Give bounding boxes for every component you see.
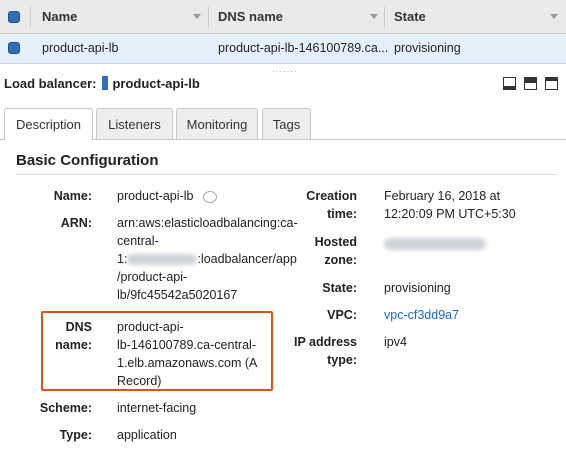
hosted-label-line: zone:	[324, 253, 357, 267]
column-header-name[interactable]: Name	[42, 0, 77, 34]
name-label: Name:	[53, 189, 92, 203]
hosted-label-line: Hosted	[314, 235, 357, 249]
table-header: Name DNS name State	[0, 0, 566, 34]
column-divider	[30, 7, 31, 27]
creation-time-value: February 16, 2018 at 12:20:09 PM UTC+5:3…	[384, 187, 516, 223]
tab-monitoring[interactable]: Monitoring	[176, 108, 258, 139]
creation-label-line: Creation	[306, 189, 357, 203]
creation-time-label: Creation time:	[280, 187, 357, 223]
select-all-checkbox[interactable]	[8, 11, 20, 23]
state-label: State:	[322, 281, 357, 295]
tab-description[interactable]: Description	[4, 108, 93, 140]
ip-label-line: IP address	[293, 335, 357, 349]
ip-address-type-label: IP address type:	[280, 333, 357, 369]
column-divider	[384, 7, 385, 27]
hosted-zone-label: Hosted zone:	[280, 233, 357, 269]
creation-line: 12:20:09 PM UTC+5:30	[384, 207, 516, 221]
tab-tags[interactable]: Tags	[262, 108, 311, 139]
scheme-value: internet-facing	[117, 401, 197, 415]
view-bottom-icon[interactable]	[503, 77, 516, 90]
detail-label: Load balancer:	[4, 76, 97, 91]
table-row[interactable]: product-api-lb product-api-lb-146100789.…	[0, 34, 566, 64]
view-half-icon[interactable]	[524, 77, 537, 90]
redacted-hosted-zone	[384, 237, 486, 250]
creation-line: February 16, 2018 at	[384, 189, 501, 203]
refresh-icon[interactable]	[203, 190, 218, 203]
section-title: Basic Configuration	[16, 152, 159, 169]
vpc-label: VPC:	[327, 308, 357, 322]
type-value: application	[117, 428, 177, 442]
scheme-label: Scheme:	[39, 401, 92, 415]
type-label: Type:	[59, 428, 92, 442]
detail-header: Load balancer: product-api-lb	[4, 76, 200, 91]
redacted-account-id	[127, 254, 198, 266]
load-balancer-icon	[102, 76, 109, 90]
name-value: product-api-lb	[117, 187, 218, 205]
creation-label-line: time:	[327, 207, 357, 221]
ip-address-type-value: ipv4	[384, 335, 407, 349]
column-divider	[208, 7, 209, 27]
row-name: product-api-lb	[42, 41, 119, 55]
arn-label: ARN:	[60, 216, 92, 230]
sort-name-icon[interactable]	[193, 14, 201, 19]
row-checkbox[interactable]	[8, 42, 20, 54]
panel-resize-handle[interactable]: ·······	[272, 67, 298, 76]
column-header-dns-name[interactable]: DNS name	[218, 0, 283, 34]
dns-highlight-box	[41, 311, 273, 391]
hosted-zone-value	[384, 234, 486, 252]
detail-name: product-api-lb	[112, 76, 200, 91]
section-divider	[16, 174, 556, 175]
arn-prefix: 1:	[117, 252, 128, 266]
ip-label-line: type:	[327, 353, 357, 367]
sort-dns-icon[interactable]	[370, 14, 378, 19]
row-dns-name: product-api-lb-146100789.ca...	[218, 41, 389, 55]
view-full-icon[interactable]	[545, 77, 558, 90]
tab-listeners[interactable]: Listeners	[96, 108, 173, 139]
column-header-state[interactable]: State	[394, 0, 426, 34]
name-text: product-api-lb	[117, 189, 194, 203]
vpc-link[interactable]: vpc-cf3dd9a7	[384, 306, 459, 324]
sort-state-icon[interactable]	[550, 14, 558, 19]
row-state: provisioning	[394, 41, 461, 55]
state-value: provisioning	[384, 281, 451, 295]
